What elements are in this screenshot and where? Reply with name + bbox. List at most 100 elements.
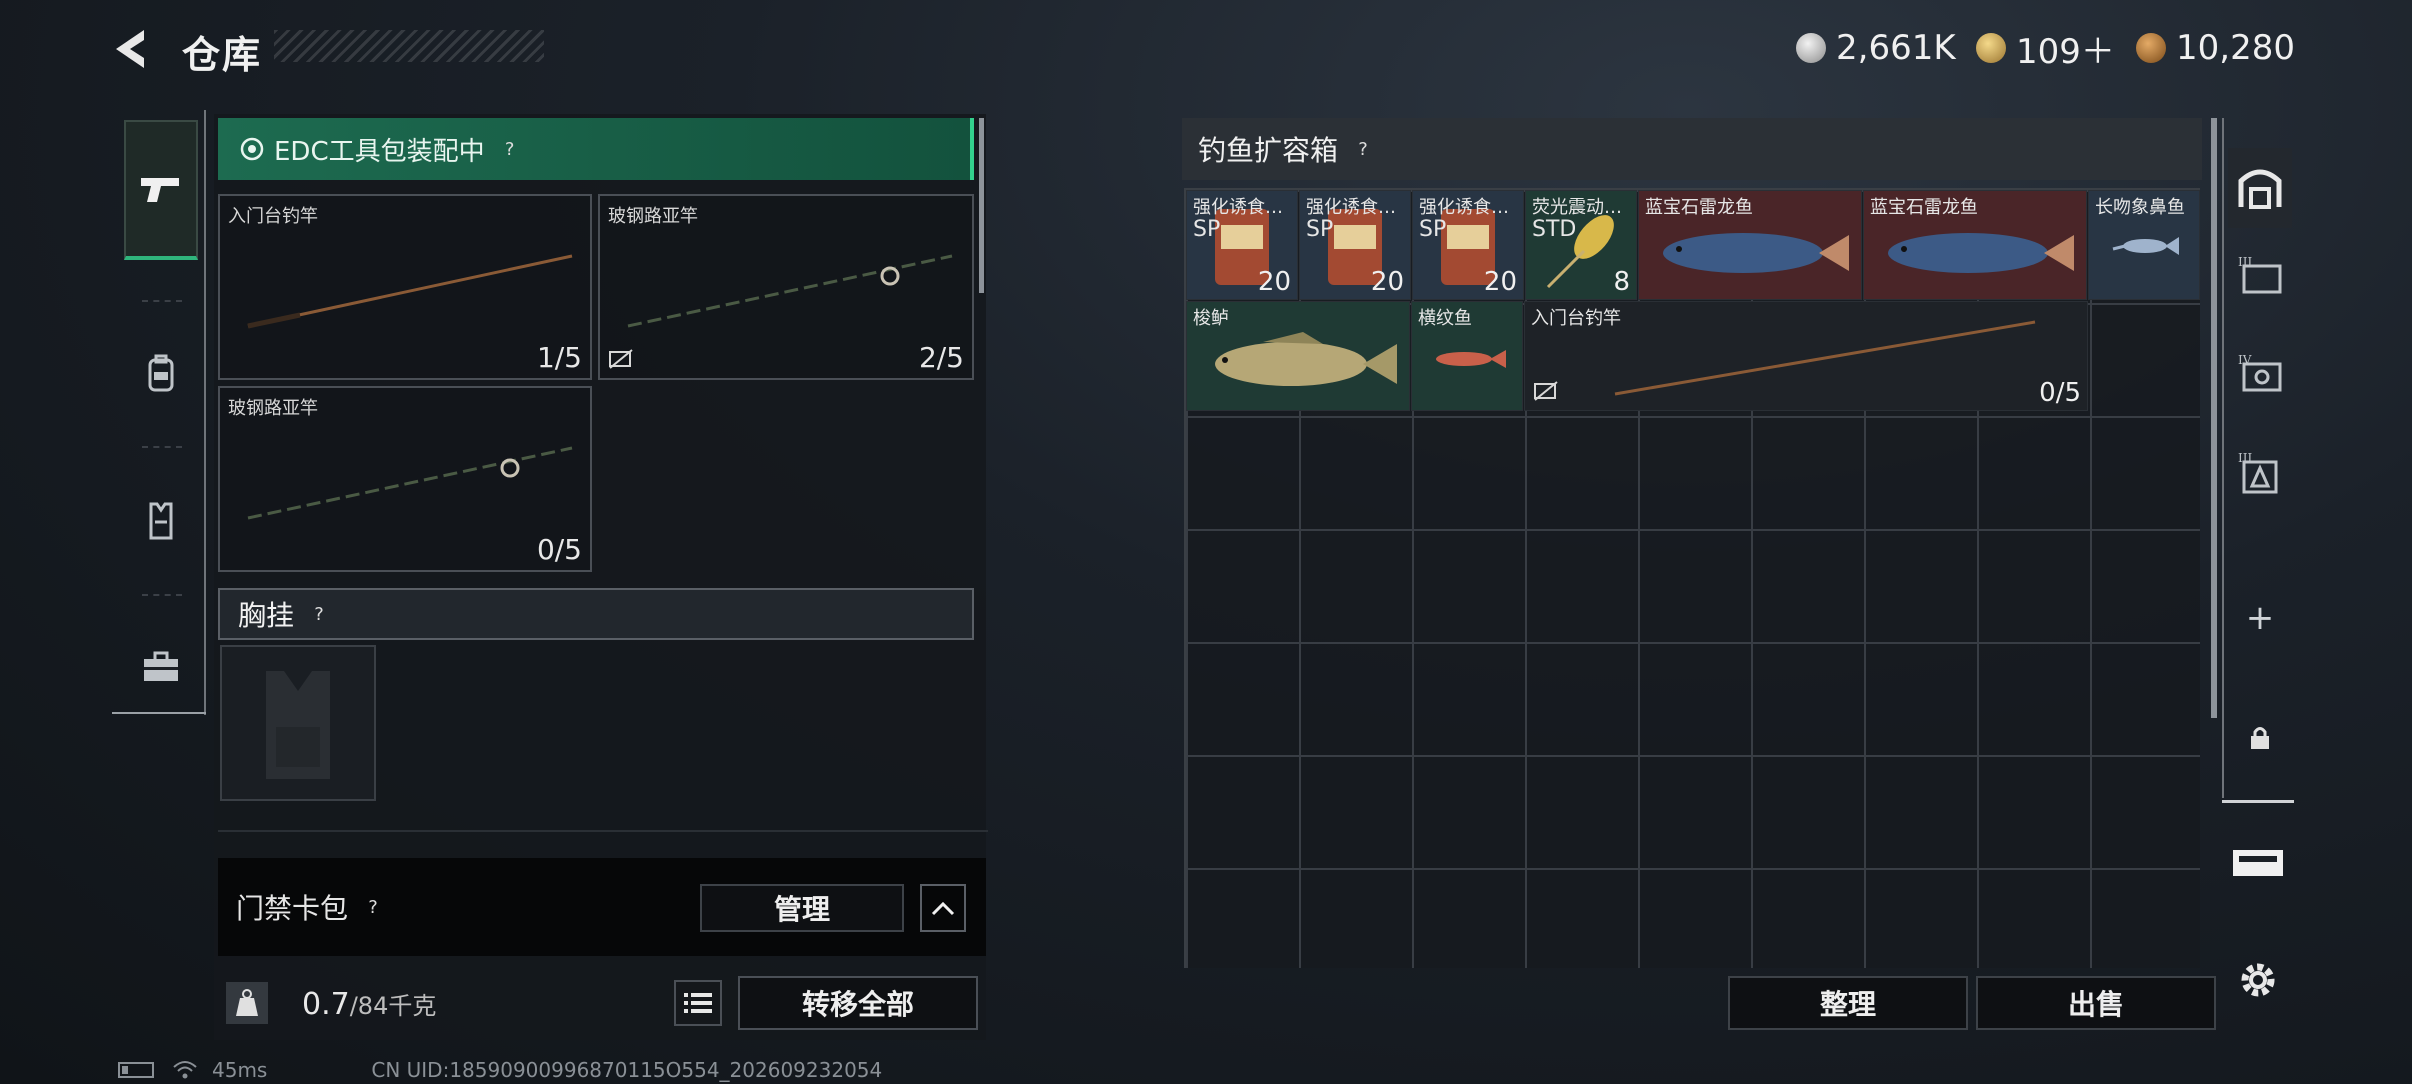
fish-item[interactable]: 蓝宝石雷龙鱼	[1638, 190, 1862, 300]
nav-tier-4-box[interactable]: IV	[2230, 344, 2290, 404]
toolbox-icon	[144, 651, 178, 681]
manage-button[interactable]: 管理	[700, 884, 904, 932]
rod-slot-count: 0/5	[536, 533, 582, 566]
pistol-icon	[141, 178, 179, 202]
card-pack-help-icon[interactable]: ?	[360, 894, 386, 920]
backpack-icon	[148, 354, 174, 392]
battery-icon	[118, 1062, 154, 1078]
nav-weapon[interactable]	[124, 120, 198, 260]
currency-bronze-value: 10,280	[2176, 28, 2295, 68]
list-view-button[interactable]	[674, 980, 722, 1026]
vest-icon	[149, 502, 173, 540]
edc-banner[interactable]: EDC工具包装配中 ?	[218, 118, 974, 180]
left-nav-underline	[112, 712, 206, 714]
vest-placeholder-icon	[266, 671, 330, 779]
right-container-nav: III IV III +	[2222, 118, 2294, 798]
rod-item[interactable]: 入门台钓竿 0/5	[1524, 301, 2088, 411]
rod-slot-count: 1/5	[536, 341, 582, 374]
fish-item[interactable]: 横纹鱼	[1411, 301, 1523, 411]
fishing-rod-icon	[247, 254, 573, 329]
divider	[218, 830, 988, 832]
bronze-coin-icon	[2136, 33, 2166, 63]
sell-button[interactable]: 出售	[1976, 976, 2216, 1030]
list-icon	[684, 993, 712, 1013]
rod-slot-label: 玻钢路亚竿	[608, 206, 698, 227]
currency-silver-value: 2,661K	[1836, 28, 1956, 68]
tier-3-box-icon: III	[2238, 255, 2282, 294]
elephantnose-fish-icon	[2112, 237, 2179, 255]
transfer-all-button[interactable]: 转移全部	[738, 976, 978, 1030]
rod-slot-label: 玻钢路亚竿	[228, 398, 318, 419]
tier-3-bag-icon: III	[2238, 451, 2278, 494]
fishing-rod-icon	[1614, 320, 2036, 396]
storage-scrollbar[interactable]	[2211, 118, 2217, 718]
no-transfer-icon	[609, 349, 633, 369]
nav-case[interactable]	[2228, 832, 2288, 892]
plus-icon[interactable]: +	[2230, 588, 2290, 648]
card-pack-label: 门禁卡包	[236, 892, 349, 925]
uid-text: CN UID:18590900996870115O554_20260923205…	[371, 1058, 883, 1082]
page-title: 仓库	[182, 33, 263, 77]
lure-rod-icon	[627, 254, 953, 328]
weight-readout: 0.7/84千克	[302, 986, 436, 1022]
currency-triangle-value: 109＋	[2016, 31, 2115, 72]
nav-tier-3-box[interactable]: III	[2230, 246, 2290, 306]
rod-slot-count: 2/5	[918, 341, 964, 374]
rod-slot-2[interactable]: 玻钢路亚竿 2/5	[598, 194, 974, 380]
rod-slot-3[interactable]: 玻钢路亚竿 0/5	[218, 386, 592, 572]
storage-icon	[2238, 169, 2282, 209]
bait-item[interactable]: 强化诱食… SP 20	[1412, 190, 1524, 300]
svg-text:III: III	[2238, 451, 2252, 465]
case-icon	[2233, 850, 2283, 876]
silver-coin-icon	[1796, 33, 1826, 63]
nav-storage[interactable]	[2228, 148, 2292, 228]
chevron-up-icon	[931, 901, 955, 916]
zander-fish-icon	[1215, 332, 1397, 386]
nav-locked[interactable]	[2230, 708, 2290, 768]
nav-vest[interactable]	[124, 484, 198, 558]
chest-rig-help-icon[interactable]: ?	[306, 601, 332, 627]
currency-bronze: 10,280	[2136, 26, 2295, 70]
loadout-scrollbar[interactable]	[979, 118, 984, 293]
storage-help-icon[interactable]: ?	[1350, 136, 1376, 162]
nav-toolbox[interactable]	[124, 630, 198, 704]
left-category-nav	[112, 110, 206, 715]
edc-banner-text: EDC工具包装配中	[274, 136, 485, 167]
striped-fish-icon	[1436, 350, 1506, 368]
weight-capacity: /84千克	[349, 992, 437, 1020]
edc-help-icon[interactable]: ?	[497, 136, 523, 162]
svg-text:III: III	[2238, 255, 2252, 269]
weight-icon	[226, 982, 268, 1024]
snakehead-fish-icon	[1888, 233, 2074, 273]
settings-button[interactable]	[2228, 950, 2288, 1010]
gear-icon	[2241, 963, 2275, 997]
status-bar: 45ms CN UID:18590900996870115O554_202609…	[118, 1058, 882, 1082]
triangle-coin-icon	[1976, 33, 2006, 63]
currency-triangle[interactable]: 109＋	[1976, 26, 2115, 72]
collapse-button[interactable]	[920, 884, 966, 932]
bait-item[interactable]: 强化诱食… SP 20	[1186, 190, 1298, 300]
wifi-icon	[173, 1061, 197, 1079]
rod-slot-1[interactable]: 入门台钓竿 1/5	[218, 194, 592, 380]
edc-gear-icon	[240, 137, 264, 161]
back-button[interactable]	[110, 26, 156, 72]
kettlebell-icon	[236, 989, 258, 1016]
sort-button[interactable]: 整理	[1728, 976, 1968, 1030]
chest-rig-header: 胸挂 ?	[218, 588, 974, 640]
rod-slot-label: 入门台钓竿	[228, 206, 318, 227]
storage-header: 钓鱼扩容箱 ?	[1182, 118, 2202, 180]
nav-backpack[interactable]	[124, 336, 198, 410]
lure-item[interactable]: 荧光震动… STD 8	[1525, 190, 1637, 300]
currency-silver: 2,661K	[1796, 26, 1956, 70]
fish-item[interactable]: 蓝宝石雷龙鱼	[1863, 190, 2087, 300]
bait-item[interactable]: 强化诱食… SP 20	[1299, 190, 1411, 300]
snakehead-fish-icon	[1663, 233, 1849, 273]
weight-value: 0.7	[302, 987, 350, 1022]
fish-item[interactable]: 梭鲈	[1186, 301, 1410, 411]
lure-rod-icon	[247, 446, 573, 520]
title-decoration	[274, 30, 544, 62]
chest-rig-slot[interactable]	[220, 645, 376, 801]
chest-rig-label: 胸挂	[238, 599, 295, 632]
fish-item[interactable]: 长吻象鼻鱼	[2088, 190, 2200, 300]
nav-tier-3-bag[interactable]: III	[2230, 442, 2290, 502]
